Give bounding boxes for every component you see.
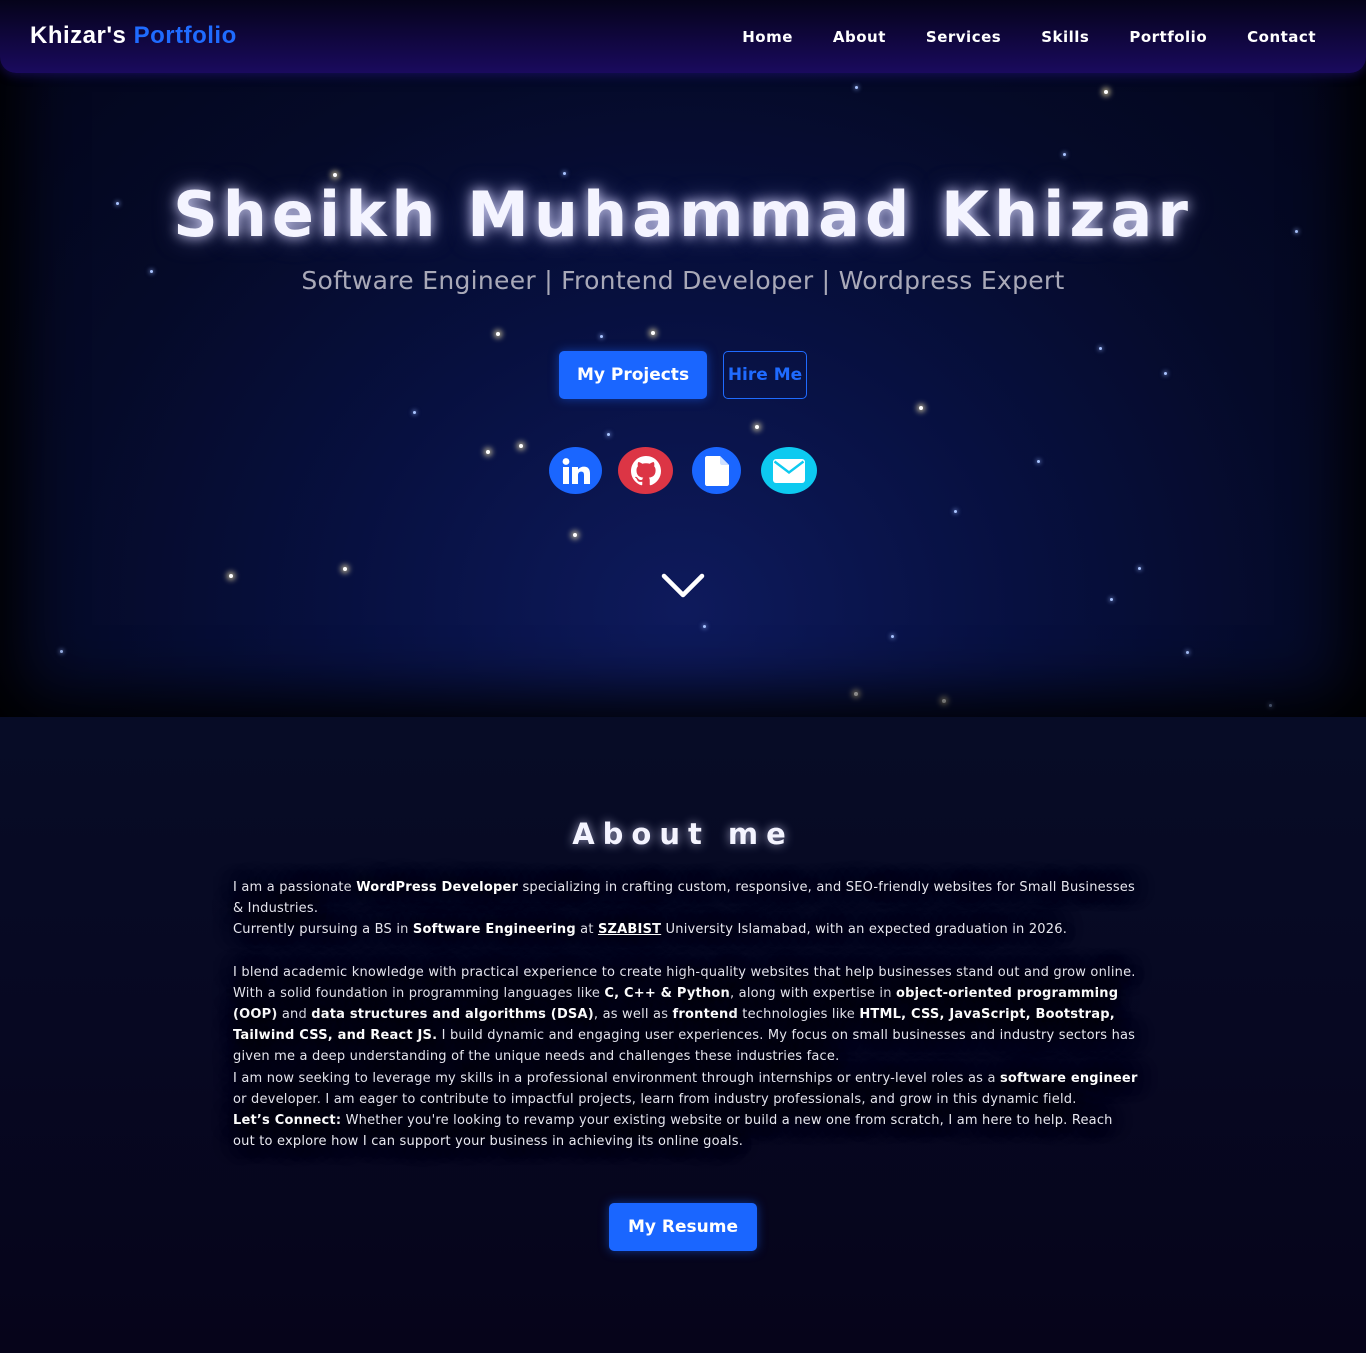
- nav-home[interactable]: Home: [742, 28, 793, 46]
- star: [891, 635, 894, 638]
- text: University Islamabad, with an expected g…: [661, 922, 1068, 938]
- star: [1269, 704, 1272, 707]
- nav-portfolio[interactable]: Portfolio: [1129, 28, 1207, 46]
- text: technologies like: [737, 1007, 860, 1023]
- star: [854, 692, 858, 696]
- email-link[interactable]: [761, 447, 817, 494]
- text: Currently pursuing a BS in: [233, 922, 413, 938]
- nav-contact[interactable]: Contact: [1247, 28, 1316, 46]
- highlight: C, C++ & Python: [604, 985, 730, 1001]
- about-paragraph-goals: I am now seeking to leverage my skills i…: [233, 1068, 1138, 1110]
- hire-me-button[interactable]: Hire Me: [723, 351, 807, 399]
- nav-about[interactable]: About: [833, 28, 886, 46]
- star: [343, 567, 347, 571]
- about-paragraph-intro: I am a passionate WordPress Developer sp…: [233, 877, 1138, 919]
- star: [413, 411, 416, 414]
- my-resume-button[interactable]: My Resume: [609, 1203, 757, 1251]
- brand-name: Khizar's: [30, 22, 127, 49]
- star: [519, 444, 523, 448]
- highlight: WordPress Developer: [356, 880, 519, 895]
- star: [573, 533, 577, 537]
- text: , as well as: [593, 1007, 673, 1023]
- star: [486, 450, 490, 454]
- highlight: frontend: [672, 1007, 738, 1023]
- star: [1186, 651, 1189, 654]
- star: [1099, 347, 1102, 350]
- linkedin-icon: [562, 457, 590, 484]
- about-paragraph-skills: I blend academic knowledge with practica…: [233, 962, 1138, 1068]
- my-projects-button[interactable]: My Projects: [559, 351, 707, 399]
- brand-logo[interactable]: Khizar's Portfolio: [30, 22, 237, 50]
- star: [651, 331, 655, 335]
- star: [607, 433, 610, 436]
- szabist-link[interactable]: SZABIST: [598, 922, 661, 937]
- text: at: [575, 922, 598, 938]
- star: [1063, 153, 1066, 156]
- star: [1104, 90, 1108, 94]
- star: [60, 650, 63, 653]
- about-title: About me: [572, 817, 794, 851]
- star: [1037, 460, 1040, 463]
- chevron-down-icon[interactable]: [661, 572, 705, 600]
- star: [755, 425, 759, 429]
- hero-subtitle: Software Engineer | Frontend Developer |…: [301, 266, 1065, 295]
- star: [1138, 567, 1141, 570]
- about-paragraph-education: Currently pursuing a BS in Software Engi…: [233, 919, 1138, 940]
- about-paragraph-connect: Let’s Connect: Whether you're looking to…: [233, 1110, 1138, 1152]
- star: [333, 173, 337, 177]
- github-icon: [630, 455, 661, 485]
- github-link[interactable]: [618, 447, 673, 494]
- linkedin-link[interactable]: [549, 447, 602, 494]
- highlight: data structures and algorithms (DSA): [311, 1007, 594, 1023]
- resume-document-link[interactable]: [692, 447, 741, 494]
- star: [1110, 598, 1113, 601]
- star: [496, 332, 500, 336]
- star: [600, 335, 603, 338]
- text: Whether you're looking to revamp your ex…: [233, 1113, 1113, 1150]
- about-body: I am a passionate WordPress Developer sp…: [233, 877, 1138, 1152]
- about-section: About me I am a passionate WordPress Dev…: [0, 717, 1366, 1353]
- star: [919, 406, 923, 410]
- text: I am a passionate: [233, 880, 357, 895]
- text: and: [277, 1007, 312, 1023]
- highlight: Let’s Connect:: [233, 1113, 342, 1129]
- text: or developer. I am eager to contribute t…: [233, 1091, 1077, 1107]
- hero-section: Sheikh Muhammad Khizar Software Engineer…: [0, 0, 1366, 717]
- star: [954, 510, 957, 513]
- star: [1164, 372, 1167, 375]
- star: [229, 574, 233, 578]
- star: [942, 699, 946, 703]
- brand-accent: Portfolio: [133, 22, 237, 49]
- nav-services[interactable]: Services: [926, 28, 1001, 46]
- nav-links: Home About Services Skills Portfolio Con…: [742, 28, 1316, 46]
- text: , along with expertise in: [730, 985, 896, 1001]
- hero-name: Sheikh Muhammad Khizar: [173, 178, 1193, 251]
- star: [855, 86, 858, 89]
- nav-skills[interactable]: Skills: [1041, 28, 1089, 46]
- text: I am now seeking to leverage my skills i…: [233, 1070, 1000, 1086]
- document-icon: [704, 455, 729, 486]
- star: [563, 172, 566, 175]
- highlight: software engineer: [999, 1070, 1138, 1086]
- highlight: Software Engineering: [412, 922, 576, 938]
- star: [703, 625, 706, 628]
- envelope-icon: [773, 458, 805, 483]
- navbar: Khizar's Portfolio Home About Services S…: [0, 0, 1366, 73]
